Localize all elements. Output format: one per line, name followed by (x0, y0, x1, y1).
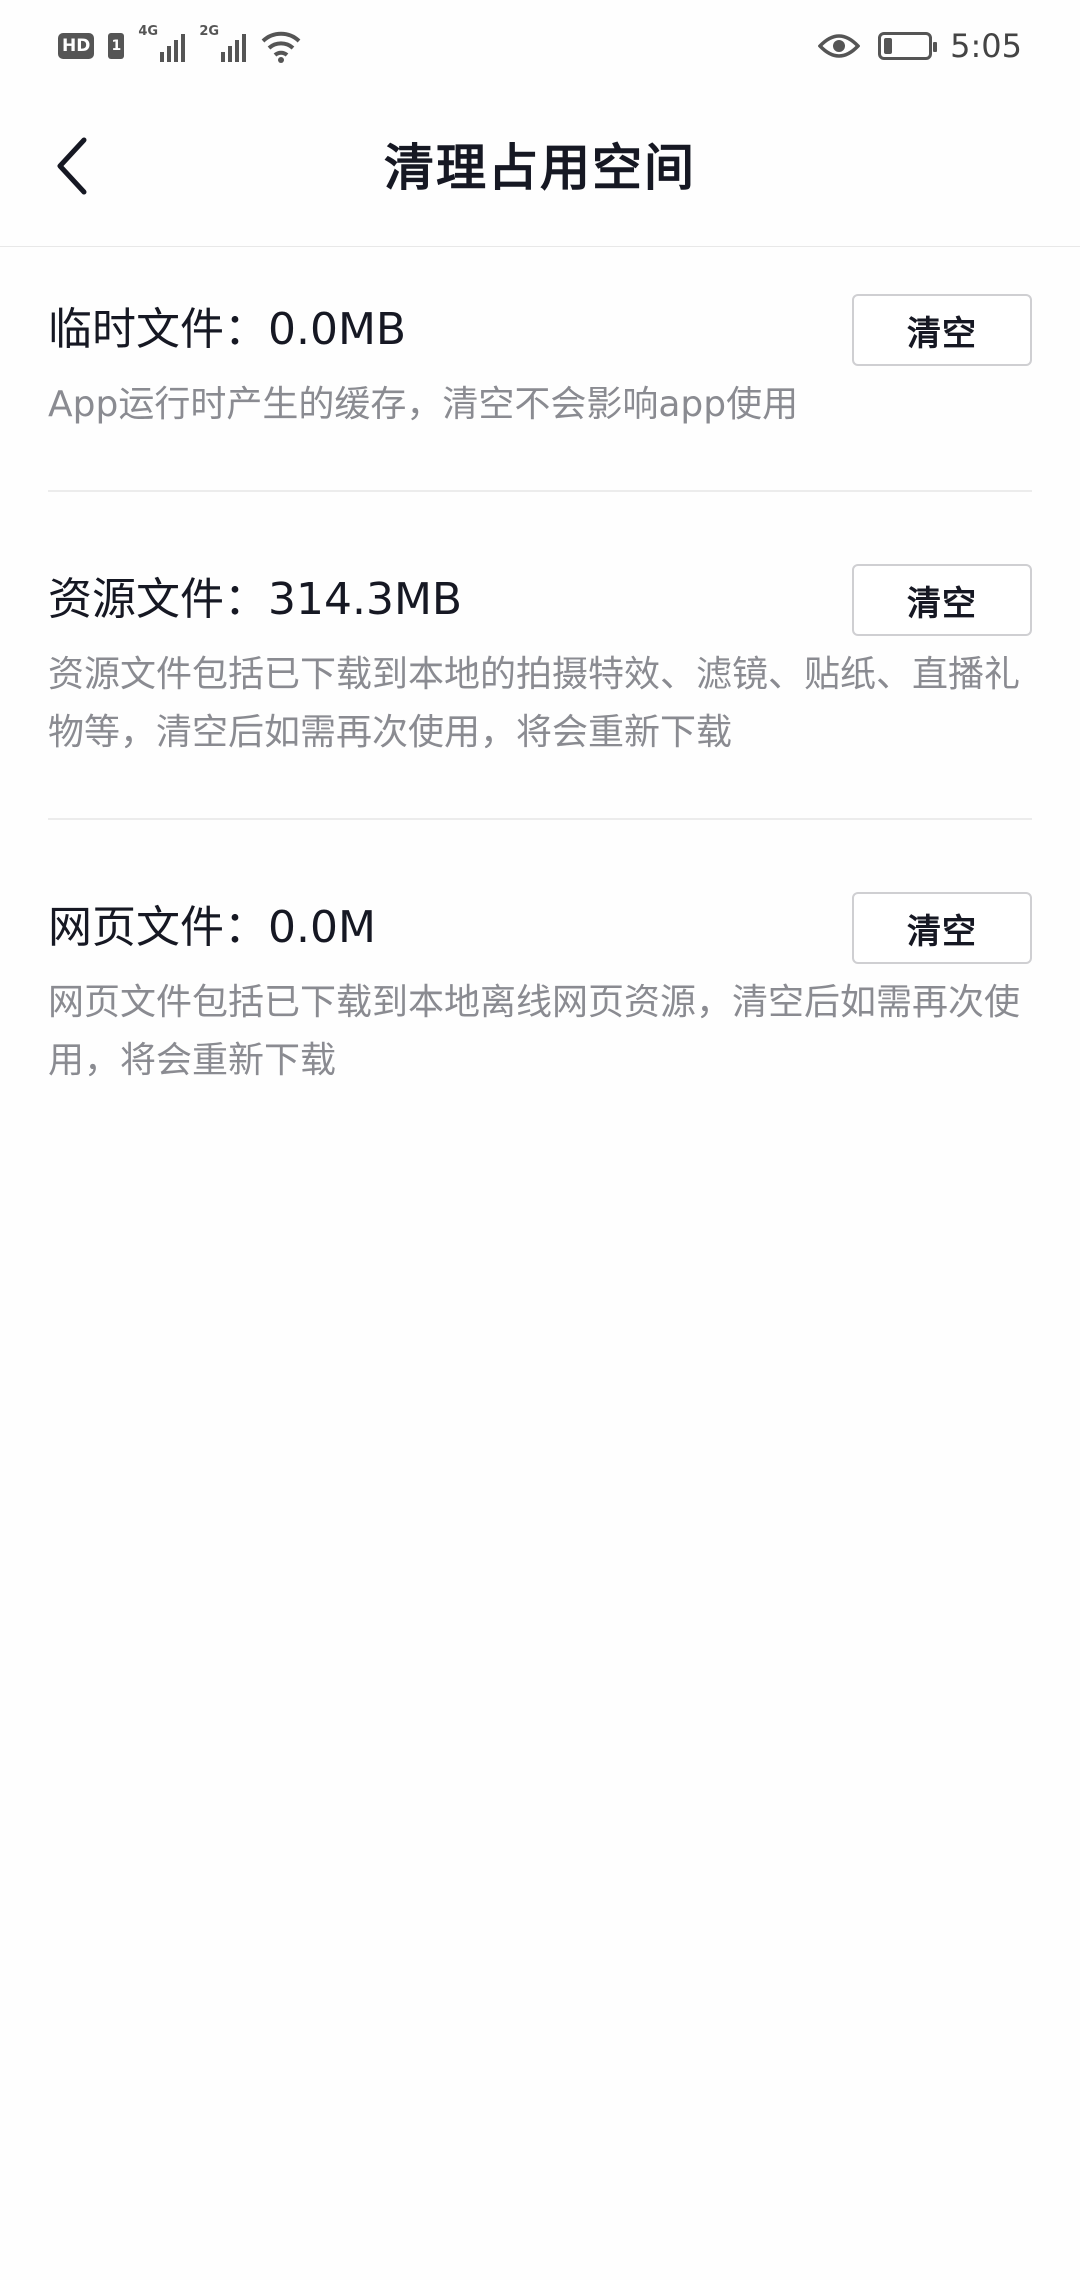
section-title: 临时文件：0.0MB (48, 304, 407, 355)
status-bar: HD 1 4G 2G 5:05 (0, 0, 1080, 96)
status-bar-left: HD 1 4G 2G (58, 24, 302, 68)
wifi-icon (261, 31, 301, 63)
page-title: 清理占用空间 (384, 139, 696, 197)
network-type-label: 2G (199, 24, 220, 39)
nav-header: 清理占用空间 (0, 96, 1080, 247)
status-bar-right: 5:05 (818, 24, 1022, 68)
section-title: 网页文件：0.0M (48, 902, 376, 953)
network-type-label: 4G (138, 24, 159, 39)
section-description: 网页文件包括已下载到本地离线网页资源，清空后如需再次使用，将会重新下载 (48, 982, 1021, 1081)
divider (48, 818, 1032, 820)
section-title: 资源文件：314.3MB (48, 574, 463, 625)
section-description: 资源文件包括已下载到本地的拍摄特效、滤镜、贴纸、直播礼物等，清空后如需再次使用，… (48, 654, 1021, 753)
divider (48, 490, 1032, 492)
signal-icon: 2G (199, 24, 247, 62)
hd-badge: HD (58, 33, 95, 59)
cache-section-resource: 资源文件：314.3MB 清空 资源文件包括已下载到本地的拍摄特效、滤镜、贴纸、… (48, 564, 1032, 770)
clear-web-button[interactable]: 清空 (852, 892, 1032, 964)
sim-card-icon: 1 (108, 33, 125, 59)
cache-section-web: 网页文件：0.0M 清空 网页文件包括已下载到本地离线网页资源，清空后如需再次使… (48, 892, 1032, 1098)
battery-icon (878, 32, 938, 60)
eye-icon (818, 34, 861, 58)
section-description: App运行时产生的缓存，清空不会影响app使用 (48, 384, 799, 425)
clear-resource-button[interactable]: 清空 (852, 564, 1032, 636)
clear-temp-button[interactable]: 清空 (852, 294, 1032, 366)
status-time: 5:05 (950, 27, 1022, 65)
screen: HD 1 4G 2G 5:05 清理占用空间 临时文件：0.0MB 清空 App… (0, 0, 1080, 2280)
signal-icon: 4G (138, 24, 186, 62)
cache-section-temp: 临时文件：0.0MB 清空 App运行时产生的缓存，清空不会影响app使用 (48, 294, 1032, 440)
